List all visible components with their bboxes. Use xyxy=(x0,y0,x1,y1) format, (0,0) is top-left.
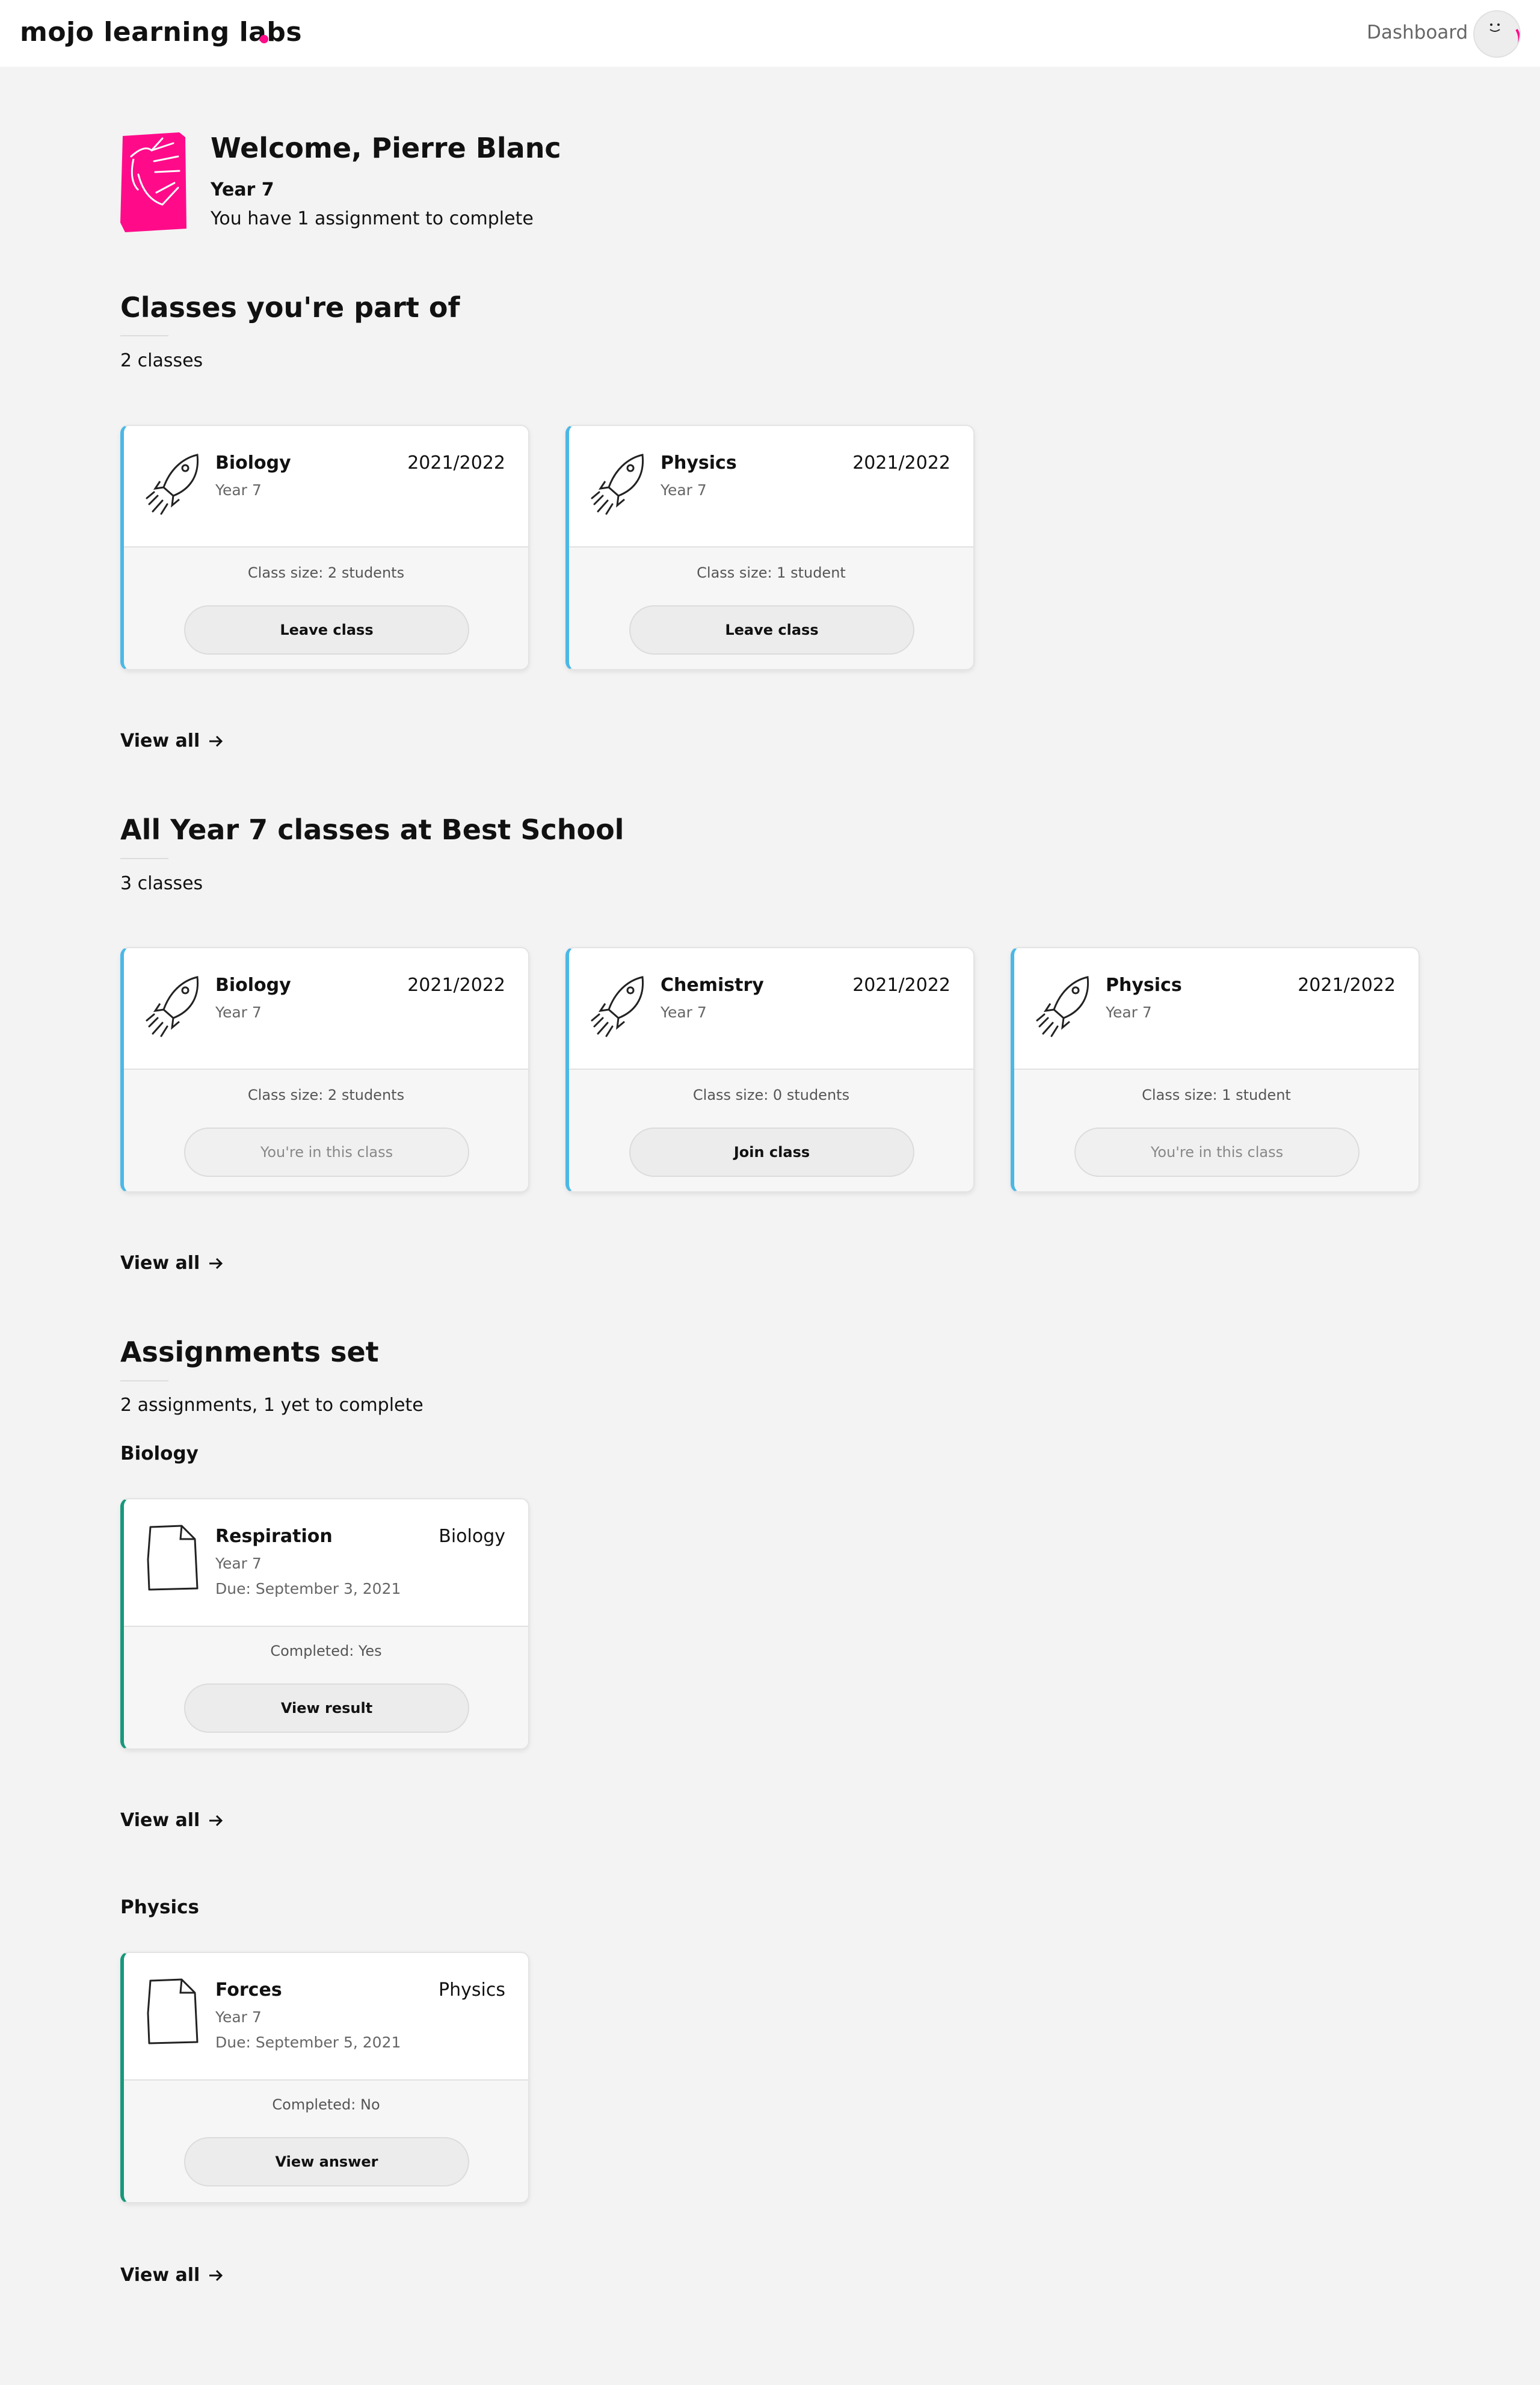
class-name: Biology xyxy=(215,452,291,474)
assignment-due: Due: September 5, 2021 xyxy=(215,2034,401,2051)
class-size: Class size: 1 student xyxy=(697,564,846,581)
section-divider xyxy=(120,1380,168,1381)
assignment-year: Year 7 xyxy=(215,1555,262,1572)
rocket-icon xyxy=(1036,976,1089,1037)
class-size: Class size: 0 students xyxy=(692,1087,850,1103)
assignment-group-label: Biology xyxy=(120,1443,199,1464)
assignments-count: 2 assignments, 1 yet to complete xyxy=(120,1395,424,1416)
rocket-icon xyxy=(591,454,644,515)
card-header: Physics Year 7 2021/2022 xyxy=(1014,948,1418,1070)
class-period: 2021/2022 xyxy=(852,975,950,996)
class-size: Class size: 1 student xyxy=(1142,1087,1291,1103)
card-header: Chemistry Year 7 2021/2022 xyxy=(569,948,973,1070)
class-card: Chemistry Year 7 2021/2022 Class size: 0… xyxy=(565,947,975,1192)
top-bar: mojo learning labs Dashboard xyxy=(0,0,1540,67)
class-name: Biology xyxy=(215,975,291,996)
assignment-card: Forces Year 7 Due: September 5, 2021 Phy… xyxy=(120,1952,529,2203)
assignment-subject: Physics xyxy=(439,1979,505,2001)
view-all-all-classes-link[interactable]: View all xyxy=(120,1253,224,1274)
welcome-hand-icon xyxy=(120,132,186,232)
card-header: Biology Year 7 2021/2022 xyxy=(124,426,528,548)
arrow-right-icon xyxy=(209,1257,223,1269)
arrow-right-icon xyxy=(209,1815,223,1826)
view-all-biology-assignments-link[interactable]: View all xyxy=(120,1810,224,1831)
view-answer-button[interactable]: View answer xyxy=(184,2137,469,2186)
assignment-name: Respiration xyxy=(215,1526,333,1547)
class-name: Physics xyxy=(661,452,737,474)
welcome-year: Year 7 xyxy=(211,179,274,200)
card-header: Forces Year 7 Due: September 5, 2021 Phy… xyxy=(124,1953,528,2081)
class-year: Year 7 xyxy=(661,481,707,499)
all-classes-count: 3 classes xyxy=(120,873,203,894)
rocket-icon xyxy=(591,976,644,1037)
class-card: Physics Year 7 2021/2022 Class size: 1 s… xyxy=(1011,947,1420,1192)
view-all-label: View all xyxy=(120,730,200,751)
assignments-title: Assignments set xyxy=(120,1336,379,1368)
welcome-subtitle: You have 1 assignment to complete xyxy=(211,208,534,229)
card-header: Physics Year 7 2021/2022 xyxy=(569,426,973,548)
my-classes-count: 2 classes xyxy=(120,350,203,371)
rocket-icon xyxy=(146,454,199,515)
class-period: 2021/2022 xyxy=(852,452,950,474)
view-all-label: View all xyxy=(120,2265,200,2286)
in-class-button: You're in this class xyxy=(184,1128,469,1177)
class-period: 2021/2022 xyxy=(407,975,505,996)
class-period: 2021/2022 xyxy=(407,452,505,474)
class-period: 2021/2022 xyxy=(1298,975,1396,996)
class-size: Class size: 2 students xyxy=(247,564,405,581)
brand-logo[interactable]: mojo learning labs xyxy=(20,17,302,48)
leave-class-button[interactable]: Leave class xyxy=(629,605,914,655)
class-year: Year 7 xyxy=(215,1004,262,1021)
arrow-right-icon xyxy=(209,2269,223,2281)
class-name: Chemistry xyxy=(661,975,764,996)
rocket-icon xyxy=(146,976,199,1037)
avatar[interactable] xyxy=(1473,10,1521,58)
document-icon xyxy=(147,1525,199,1591)
assignment-completed: Completed: Yes xyxy=(270,1643,382,1659)
nav-dashboard-link[interactable]: Dashboard xyxy=(1367,22,1468,43)
assignment-card: Respiration Year 7 Due: September 3, 202… xyxy=(120,1498,529,1750)
class-name: Physics xyxy=(1106,975,1182,996)
class-card: Biology Year 7 2021/2022 Class size: 2 s… xyxy=(120,425,529,670)
class-size: Class size: 2 students xyxy=(247,1087,405,1103)
assignment-name: Forces xyxy=(215,1979,282,2001)
arrow-right-icon xyxy=(209,735,223,747)
class-year: Year 7 xyxy=(215,481,262,499)
class-year: Year 7 xyxy=(661,1004,707,1021)
my-classes-title: Classes you're part of xyxy=(120,291,460,324)
assignment-year: Year 7 xyxy=(215,2008,262,2026)
assignment-group-label: Physics xyxy=(120,1896,199,1918)
welcome-title: Welcome, Pierre Blanc xyxy=(211,132,561,164)
assignment-completed: Completed: No xyxy=(272,2096,380,2113)
card-header: Biology Year 7 2021/2022 xyxy=(124,948,528,1070)
all-classes-title: All Year 7 classes at Best School xyxy=(120,813,624,846)
document-icon xyxy=(147,1978,199,2044)
class-card: Physics Year 7 2021/2022 Class size: 1 s… xyxy=(565,425,975,670)
view-all-label: View all xyxy=(120,1810,200,1831)
view-result-button[interactable]: View result xyxy=(184,1683,469,1733)
view-all-label: View all xyxy=(120,1253,200,1274)
avatar-face-icon xyxy=(1489,23,1520,57)
view-all-my-classes-link[interactable]: View all xyxy=(120,730,224,751)
brand-dot-icon xyxy=(260,35,268,43)
section-divider xyxy=(120,335,168,336)
join-class-button[interactable]: Join class xyxy=(629,1128,914,1177)
class-card: Biology Year 7 2021/2022 Class size: 2 s… xyxy=(120,947,529,1192)
assignment-subject: Biology xyxy=(439,1526,505,1547)
class-year: Year 7 xyxy=(1106,1004,1152,1021)
view-all-physics-assignments-link[interactable]: View all xyxy=(120,2265,224,2286)
card-header: Respiration Year 7 Due: September 3, 202… xyxy=(124,1499,528,1627)
assignment-due: Due: September 3, 2021 xyxy=(215,1580,401,1597)
leave-class-button[interactable]: Leave class xyxy=(184,605,469,655)
section-divider xyxy=(120,858,168,859)
in-class-button: You're in this class xyxy=(1074,1128,1360,1177)
